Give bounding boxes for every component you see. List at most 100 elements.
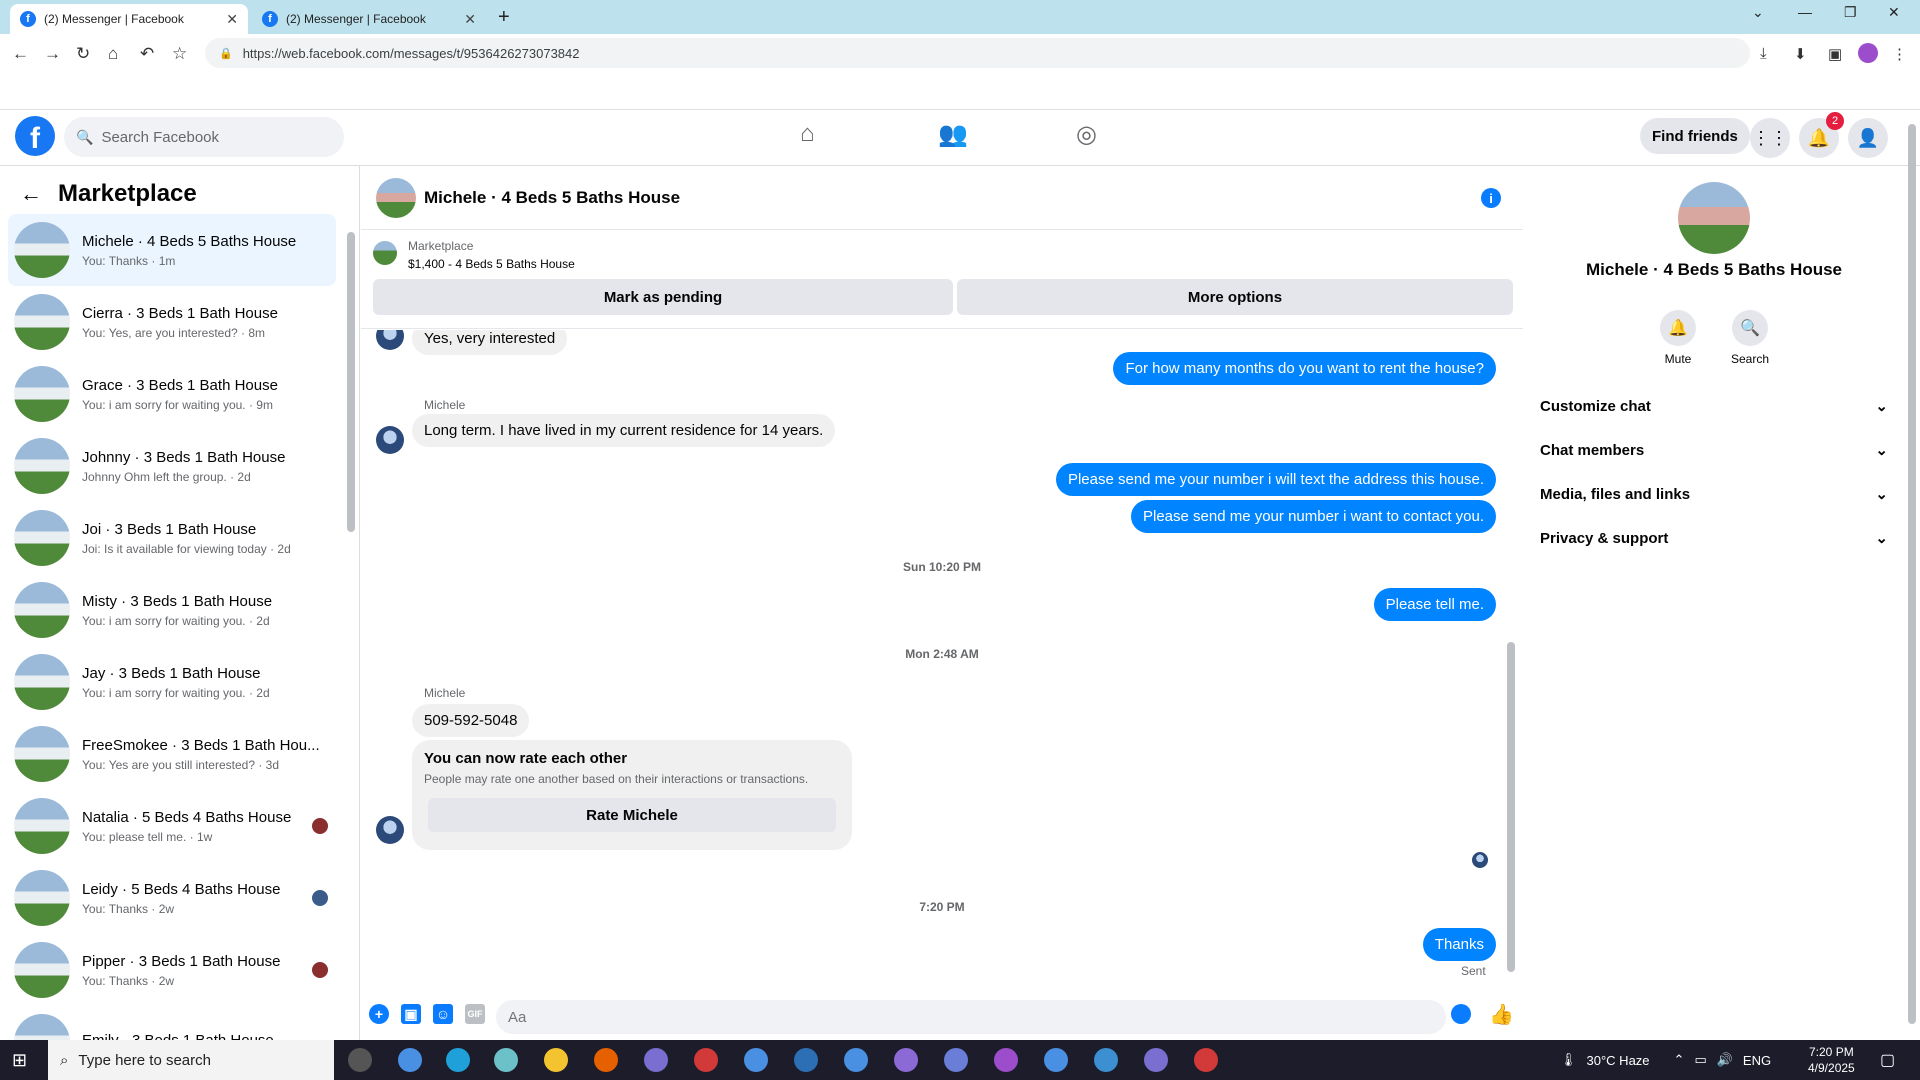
side-panel-icon[interactable]: ▣ <box>1828 45 1842 63</box>
firefox-app-icon[interactable] <box>594 1048 618 1072</box>
friends-nav-icon[interactable]: 👥 <box>938 120 968 149</box>
listing-price[interactable]: $1,400 - 4 Beds 5 Baths House <box>408 257 575 271</box>
conversation-item[interactable]: Michele · 4 Beds 5 Baths House You: Thank… <box>8 214 336 286</box>
listing-thumbnail <box>14 510 70 566</box>
chrome-profile-app-icon[interactable] <box>644 1048 668 1072</box>
conversation-item[interactable]: Pipper · 3 Beds 1 Bath House You: Thanks … <box>8 934 336 1006</box>
conversation-item[interactable]: Emily · 3 Beds 1 Bath House <box>8 1006 336 1040</box>
chat-members-section[interactable]: Chat members ⌄ <box>1540 428 1888 472</box>
browser-tab-2[interactable]: f (2) Messenger | Facebook ✕ <box>252 4 486 34</box>
weather-text[interactable]: 30°C Haze <box>1587 1053 1650 1068</box>
close-tab-icon[interactable]: ✕ <box>464 11 476 28</box>
profile-avatar[interactable] <box>1858 43 1878 63</box>
conversation-item[interactable]: Natalia · 5 Beds 4 Baths House You: pleas… <box>8 790 336 862</box>
taskbar-search-input[interactable]: ⌕ Type here to search <box>48 1040 334 1080</box>
conversation-item[interactable]: Johnny · 3 Beds 1 Bath House Johnny Ohm l… <box>8 430 336 502</box>
mute-button[interactable]: 🔔 Mute <box>1648 310 1708 366</box>
search-in-chat-button[interactable]: 🔍 Search <box>1720 310 1780 366</box>
customize-chat-section[interactable]: Customize chat ⌄ <box>1540 384 1888 428</box>
downloads-tray-icon[interactable]: ⬇ <box>1794 45 1807 63</box>
volume-icon[interactable]: 🔊 <box>1717 1052 1733 1068</box>
maximize-icon[interactable]: ❐ <box>1844 4 1857 21</box>
tray-chevron-icon[interactable]: ⌃ <box>1674 1052 1685 1068</box>
scrollbar-thumb[interactable] <box>347 232 355 532</box>
close-tab-icon[interactable]: ✕ <box>226 11 238 28</box>
gif-icon[interactable]: GIF <box>465 1004 485 1024</box>
chrome-profile-app-icon[interactable] <box>1144 1048 1168 1072</box>
photo-icon[interactable]: ▣ <box>401 1004 421 1024</box>
plus-icon[interactable]: + <box>369 1004 389 1024</box>
back-arrow-icon[interactable]: ← <box>20 181 42 207</box>
chat-title[interactable]: Michele · 4 Beds 5 Baths House <box>424 188 680 208</box>
weather-icon[interactable]: 🌡 <box>1560 1052 1577 1068</box>
scrollbar-thumb[interactable] <box>1507 642 1515 972</box>
more-options-button[interactable]: More options <box>957 279 1513 315</box>
thread-scrollbar[interactable] <box>1505 332 1517 980</box>
conversation-item[interactable]: FreeSmokee · 3 Beds 1 Bath Hou... You: Ye… <box>8 718 336 790</box>
chrome-profile-app-icon[interactable] <box>894 1048 918 1072</box>
media-files-links-section[interactable]: Media, files and links ⌄ <box>1540 472 1888 516</box>
privacy-support-section[interactable]: Privacy & support ⌄ <box>1540 516 1888 560</box>
network-icon[interactable]: ▭ <box>1694 1052 1706 1068</box>
scrollbar-thumb[interactable] <box>1908 124 1916 1024</box>
notification-center-icon[interactable]: ▢ <box>1880 1050 1895 1070</box>
bookmark-star-icon[interactable]: ☆ <box>172 44 187 64</box>
message-input[interactable] <box>496 1000 1446 1034</box>
chrome-profile-app-icon[interactable] <box>694 1048 718 1072</box>
browser-tab-1[interactable]: f (2) Messenger | Facebook ✕ <box>10 4 248 34</box>
notepad-app-icon[interactable] <box>494 1048 518 1072</box>
new-tab-icon[interactable]: + <box>498 6 510 29</box>
facebook-logo[interactable]: f <box>15 116 55 156</box>
conversation-item[interactable]: Leidy · 5 Beds 4 Baths House You: Thanks … <box>8 862 336 934</box>
windows-start-icon[interactable]: ⊞ <box>12 1050 32 1070</box>
find-friends-button[interactable]: Find friends <box>1640 118 1750 154</box>
tab-search-icon[interactable]: ⌄ <box>1752 4 1764 21</box>
conversation-name: Grace · 3 Beds 1 Bath House <box>82 376 278 394</box>
file-explorer-app-icon[interactable] <box>544 1048 568 1072</box>
mark-as-pending-button[interactable]: Mark as pending <box>373 279 953 315</box>
home-nav-icon[interactable]: ⌂ <box>800 120 815 148</box>
minimize-icon[interactable]: — <box>1798 4 1812 20</box>
chat-avatar[interactable] <box>376 178 416 218</box>
conversation-item[interactable]: Jay · 3 Beds 1 Bath House You: i am sorry… <box>8 646 336 718</box>
chrome-profile-app-icon[interactable] <box>994 1048 1018 1072</box>
system-clock[interactable]: 7:20 PM 4/9/2025 <box>1808 1044 1855 1076</box>
chrome-profile-app-icon[interactable] <box>1094 1048 1118 1072</box>
sidebar-scrollbar[interactable] <box>346 216 356 1026</box>
chrome-profile-app-icon[interactable] <box>1044 1048 1068 1072</box>
undo-icon[interactable]: ↶ <box>140 44 154 64</box>
close-window-icon[interactable]: ✕ <box>1888 4 1900 21</box>
chrome-profile-app-icon[interactable] <box>944 1048 968 1072</box>
home-icon[interactable]: ⌂ <box>108 44 118 64</box>
facebook-search-input[interactable]: 🔍 Search Facebook <box>64 117 344 157</box>
browser-menu-icon[interactable]: ⋮ <box>1892 45 1907 63</box>
rate-michele-button[interactable]: Rate Michele <box>428 798 836 832</box>
account-avatar[interactable]: 👤 <box>1848 118 1888 158</box>
emoji-icon[interactable] <box>1451 1004 1471 1024</box>
back-icon[interactable]: ← <box>12 44 29 64</box>
conversation-item[interactable]: Cierra · 3 Beds 1 Bath House You: Yes, ar… <box>8 286 336 358</box>
chrome-profile-app-icon[interactable] <box>744 1048 768 1072</box>
sticker-icon[interactable]: ☺ <box>433 1004 453 1024</box>
menu-grid-icon[interactable]: ⋮⋮ <box>1750 118 1790 158</box>
chrome-profile-app-icon[interactable] <box>844 1048 868 1072</box>
groups-nav-icon[interactable]: ◎ <box>1076 120 1097 149</box>
thumbs-up-icon[interactable]: 👍 <box>1489 1002 1514 1027</box>
chrome-profile-app-icon[interactable] <box>794 1048 818 1072</box>
conversation-item[interactable]: Joi · 3 Beds 1 Bath House Joi: Is it avai… <box>8 502 336 574</box>
conversation-preview: You: Yes are you still interested? · 3d <box>82 757 280 772</box>
language-indicator[interactable]: ENG <box>1743 1053 1771 1068</box>
page-scrollbar[interactable] <box>1906 120 1918 1030</box>
download-icon[interactable]: ⤓ <box>1760 45 1767 62</box>
address-bar[interactable]: 🔒 https://web.facebook.com/messages/t/95… <box>205 38 1750 68</box>
taskbar-search-placeholder: Type here to search <box>78 1051 211 1069</box>
forward-icon[interactable]: → <box>44 44 61 64</box>
conversation-item[interactable]: Grace · 3 Beds 1 Bath House You: i am sor… <box>8 358 336 430</box>
chrome-profile-app-icon[interactable] <box>1194 1048 1218 1072</box>
chrome-app-icon[interactable] <box>398 1048 422 1072</box>
conversation-item[interactable]: Misty · 3 Beds 1 Bath House You: i am sor… <box>8 574 336 646</box>
info-icon[interactable]: i <box>1481 188 1501 208</box>
task-view-icon[interactable] <box>348 1048 372 1072</box>
edge-app-icon[interactable] <box>446 1048 470 1072</box>
reload-icon[interactable]: ↻ <box>76 44 90 64</box>
